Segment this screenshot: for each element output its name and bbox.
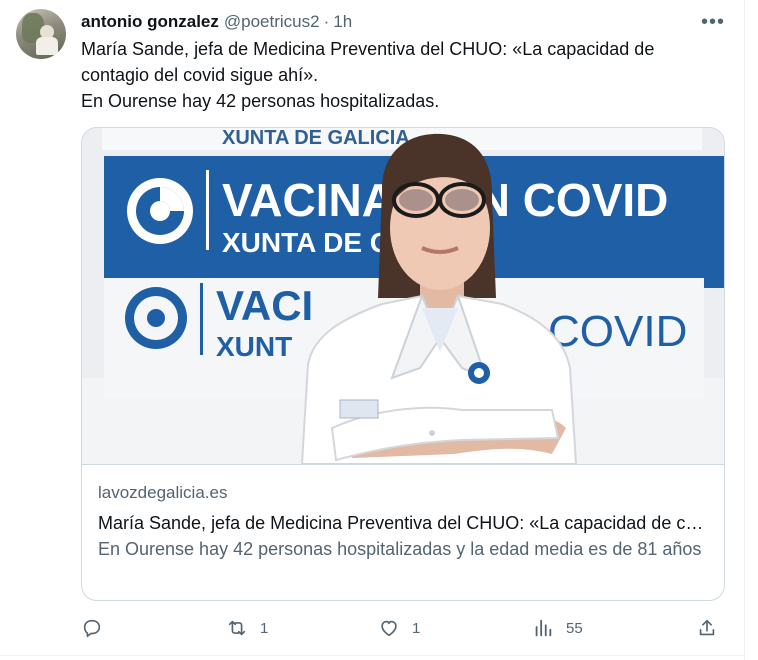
tweet-text: María Sande, jefa de Medicina Preventiva… <box>81 36 721 114</box>
retweet-button[interactable]: 1 <box>226 612 268 644</box>
action-bar: 1 1 55 <box>0 612 744 644</box>
reply-icon[interactable] <box>81 617 103 639</box>
banner-lower-left-text: VACI <box>216 282 313 329</box>
avatar[interactable] <box>16 9 66 59</box>
views-count: 55 <box>566 619 583 637</box>
share-icon[interactable] <box>696 617 718 639</box>
user-handle[interactable]: @poetricus2 <box>224 12 320 32</box>
banner-lower-sub-text: XUNT <box>216 331 292 362</box>
views-icon[interactable] <box>532 617 554 639</box>
timestamp[interactable]: 1h <box>333 12 352 32</box>
tweet[interactable]: antonio gonzalez @poetricus2 · 1h ••• Ma… <box>0 0 745 660</box>
card-domain[interactable]: lavozdegalicia.es <box>98 483 227 503</box>
separator-dot: · <box>323 12 330 31</box>
tweet-text-line2: En Ourense hay 42 personas hospitalizada… <box>81 91 440 111</box>
card-meta[interactable]: lavozdegalicia.es María Sande, jefa de M… <box>82 464 724 600</box>
like-count: 1 <box>412 619 421 637</box>
divider <box>0 655 744 656</box>
card-image[interactable]: XUNTA DE GALICIA VACINACIÓN COVID XUNTA … <box>82 128 724 464</box>
retweet-count: 1 <box>260 619 269 637</box>
like-button[interactable]: 1 <box>378 612 420 644</box>
reply-button[interactable] <box>81 612 115 644</box>
more-icon[interactable]: ••• <box>700 10 726 34</box>
views-button[interactable]: 55 <box>532 612 583 644</box>
retweet-icon[interactable] <box>226 617 248 639</box>
link-card[interactable]: XUNTA DE GALICIA VACINACIÓN COVID XUNTA … <box>81 127 725 601</box>
tweet-header: antonio gonzalez @poetricus2 · 1h <box>81 10 352 34</box>
card-description[interactable]: En Ourense hay 42 personas hospitalizada… <box>98 537 710 562</box>
tweet-text-line1: María Sande, jefa de Medicina Preventiva… <box>81 39 655 85</box>
like-icon[interactable] <box>378 617 400 639</box>
banner-lower-right-text: COVID <box>548 307 687 356</box>
banner-top-text: XUNTA DE GALICIA <box>222 128 410 149</box>
display-name[interactable]: antonio gonzalez <box>81 12 219 32</box>
share-button[interactable] <box>696 612 718 644</box>
card-title[interactable]: María Sande, jefa de Medicina Preventiva… <box>98 510 710 536</box>
